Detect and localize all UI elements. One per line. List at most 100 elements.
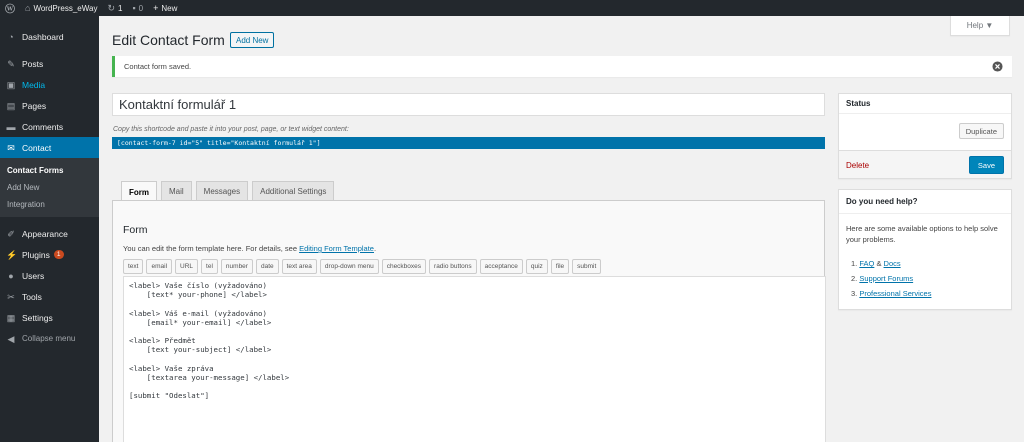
sidebar-item-pages[interactable]: ▤ Pages (0, 95, 99, 116)
page-title: Edit Contact Form (112, 32, 225, 48)
tag-button-dropdown[interactable]: drop-down menu (319, 259, 379, 274)
help-box: Do you need help? Here are some availabl… (838, 189, 1012, 310)
sidebar-item-contact[interactable]: ✉ Contact (0, 137, 99, 158)
tab-additional-settings[interactable]: Additional Settings (252, 181, 335, 201)
wordpress-logo-icon[interactable]: W (0, 0, 20, 16)
tag-button-number[interactable]: number (220, 259, 253, 274)
code-line: <label> Vaše číslo (vyžadováno) (129, 281, 267, 290)
ampersand-text: & (874, 259, 884, 268)
code-line: [textarea your-message] </label> (129, 372, 290, 382)
plugins-update-badge: 1 (53, 250, 64, 259)
tag-button-checkboxes[interactable]: checkboxes (381, 259, 427, 274)
media-icon: ▣ (6, 79, 16, 90)
mail-icon: ✉ (7, 142, 15, 153)
tag-button-quiz[interactable]: quiz (525, 259, 548, 274)
site-name-link[interactable]: ⌂ WordPress_eWay (20, 0, 102, 16)
success-notice: Contact form saved. (112, 56, 1012, 77)
tag-generator-buttons: text email URL tel number date text area… (123, 259, 602, 274)
comment-icon: ▪ (132, 3, 136, 13)
help-links-list: 1. FAQ & Docs 2. Support Forums 3. Profe… (851, 256, 931, 301)
new-content-link[interactable]: + New (148, 0, 182, 16)
code-line: [text your-subject] </label> (129, 345, 272, 355)
tag-button-url[interactable]: URL (175, 259, 199, 274)
tag-button-file[interactable]: file (550, 259, 570, 274)
help-tab-button[interactable]: Help ▼ (950, 16, 1010, 36)
sidebar-item-label: Tools (22, 291, 42, 302)
code-line: [text* your-phone] </label> (129, 290, 267, 300)
sidebar-item-media[interactable]: ▣ Media (0, 74, 99, 95)
comments-count: 0 (138, 3, 144, 13)
pin-icon: ✎ (7, 58, 15, 69)
panel-description-suffix: . (373, 244, 377, 253)
sidebar-item-comments[interactable]: ▬ Comments (0, 116, 99, 137)
plug-icon: ⚡ (6, 249, 18, 260)
dismiss-icon[interactable] (992, 61, 1003, 72)
sidebar-item-appearance[interactable]: ✐ Appearance (0, 223, 99, 244)
contact-submenu: Contact Forms Add New Integration (0, 158, 99, 217)
wrench-icon: ✂ (7, 291, 15, 302)
settings-icon: ▦ (6, 312, 16, 323)
form-panel: Form You can edit the form template here… (112, 200, 826, 442)
submenu-item-contact-forms[interactable]: Contact Forms (0, 162, 99, 179)
brush-icon: ✐ (7, 228, 15, 239)
tag-button-radio[interactable]: radio buttons (429, 259, 477, 274)
add-new-button[interactable]: Add New (230, 32, 275, 48)
tag-button-tel[interactable]: tel (201, 259, 218, 274)
updates-count: 1 (118, 3, 123, 13)
list-item: 2. Support Forums (851, 274, 914, 283)
submenu-item-add-new[interactable]: Add New (0, 179, 99, 196)
status-box: Status Duplicate Delete Save (838, 93, 1012, 179)
tab-messages[interactable]: Messages (195, 181, 249, 201)
sidebar-item-plugins[interactable]: ⚡ Plugins 1 (0, 244, 99, 265)
support-forums-link[interactable]: Support Forums (859, 274, 913, 283)
notice-text: Contact form saved. (124, 62, 192, 71)
sidebar-item-label: Appearance (22, 228, 68, 239)
delete-link[interactable]: Delete (846, 161, 869, 170)
shortcode-field[interactable]: [contact-form-7 id="5" title="Kontaktní … (112, 137, 825, 149)
panel-description: You can edit the form template here. For… (123, 244, 376, 253)
tag-button-date[interactable]: date (255, 259, 279, 274)
updates-icon: ↻ (107, 2, 116, 13)
user-icon: ● (8, 270, 14, 281)
help-box-text: Here are some available options to help … (846, 224, 998, 244)
code-line: [submit "Odeslat"] (129, 391, 210, 401)
sidebar-item-dashboard[interactable]: ◔ Dashboard (0, 26, 99, 47)
tag-button-acceptance[interactable]: acceptance (479, 259, 523, 274)
code-line: [email* your-email] </label> (129, 317, 272, 327)
editing-form-template-link[interactable]: Editing Form Template (299, 244, 374, 253)
tag-button-text[interactable]: text (123, 259, 144, 274)
tab-mail[interactable]: Mail (161, 181, 192, 201)
tag-button-textarea[interactable]: text area (281, 259, 317, 274)
updates-link[interactable]: ↻ 1 (102, 0, 127, 16)
sidebar-item-label: Collapse menu (22, 334, 76, 343)
tab-form[interactable]: Form (121, 181, 157, 202)
sidebar-item-settings[interactable]: ▦ Settings (0, 307, 99, 328)
sidebar-collapse-menu[interactable]: ◀ Collapse menu (0, 328, 99, 349)
sidebar-item-label: Dashboard (22, 31, 64, 42)
faq-link[interactable]: FAQ (859, 259, 874, 268)
form-template-editor[interactable]: <label> Vaše číslo (vyžadováno) [text* y… (123, 276, 826, 442)
sidebar-item-label: Users (22, 270, 45, 281)
save-button[interactable]: Save (968, 156, 1004, 174)
comments-link[interactable]: ▪ 0 (127, 0, 148, 16)
form-title-input[interactable]: Kontaktní formulář 1 (112, 93, 825, 116)
collapse-icon: ◀ (7, 333, 15, 344)
duplicate-button[interactable]: Duplicate (958, 123, 1004, 139)
comment-icon: ▬ (6, 121, 16, 132)
tag-button-submit[interactable]: submit (572, 259, 602, 274)
plus-icon: + (153, 3, 159, 13)
sidebar-item-users[interactable]: ● Users (0, 265, 99, 286)
submenu-item-integration[interactable]: Integration (0, 196, 99, 213)
professional-services-link[interactable]: Professional Services (859, 289, 931, 298)
docs-link[interactable]: Docs (884, 259, 901, 268)
sidebar-item-label: Pages (22, 100, 47, 111)
sidebar-item-label: Contact (22, 142, 52, 153)
tag-button-email[interactable]: email (146, 259, 173, 274)
sidebar-item-posts[interactable]: ✎ Posts (0, 53, 99, 74)
code-line: <label> Vaše zpráva (129, 363, 214, 373)
panel-title: Form (123, 224, 148, 236)
sidebar-item-tools[interactable]: ✂ Tools (0, 286, 99, 307)
